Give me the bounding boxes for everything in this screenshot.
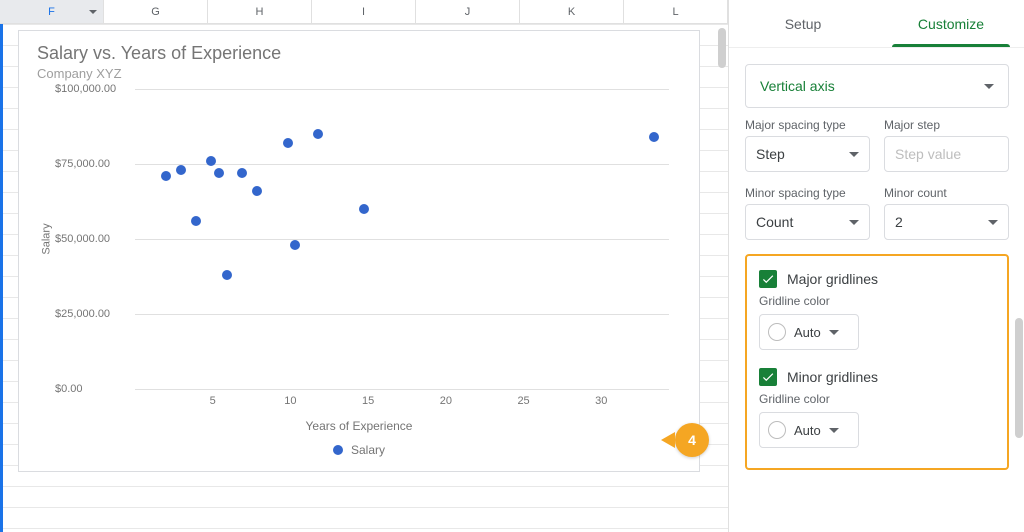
x-tick-label: 5 [210, 395, 216, 407]
color-swatch-icon [768, 421, 786, 439]
legend-label: Salary [351, 443, 385, 457]
plot-area [135, 89, 669, 389]
panel-tabs: Setup Customize [729, 0, 1024, 48]
scrollbar-thumb[interactable] [1015, 318, 1023, 438]
y-tick-label: $25,000.00 [55, 308, 110, 320]
data-point [252, 186, 262, 196]
chevron-down-icon [849, 152, 859, 157]
major-gridline-color-select[interactable]: Auto [759, 314, 859, 350]
x-axis-label: Years of Experience [19, 419, 699, 433]
data-point [161, 171, 171, 181]
data-point [313, 129, 323, 139]
gridlines-highlight-box: Major gridlines Gridline color Auto Mino… [745, 254, 1009, 470]
minor-gridlines-checkbox[interactable] [759, 368, 777, 386]
column-header[interactable]: H [208, 0, 312, 23]
column-headers: FGHIJKL [0, 0, 728, 24]
chevron-down-icon [829, 428, 839, 433]
tutorial-callout: 4 [675, 423, 709, 457]
x-tick-label: 10 [284, 395, 296, 407]
section-title: Vertical axis [760, 78, 835, 94]
data-point [649, 132, 659, 142]
y-axis-label: Salary [41, 223, 53, 254]
gridline-color-label: Gridline color [759, 294, 995, 308]
checkmark-icon [761, 272, 775, 286]
y-tick-label: $75,000.00 [55, 158, 110, 170]
minor-gridlines-label: Minor gridlines [787, 369, 878, 385]
data-point [290, 240, 300, 250]
column-header[interactable]: I [312, 0, 416, 23]
major-step-label: Major step [884, 118, 1009, 132]
column-header[interactable]: G [104, 0, 208, 23]
tab-customize[interactable]: Customize [877, 0, 1024, 47]
chart-title: Salary vs. Years of Experience [19, 31, 699, 66]
chart-legend: Salary [19, 443, 699, 457]
legend-marker-icon [333, 445, 343, 455]
y-tick-label: $0.00 [55, 383, 83, 395]
column-header[interactable]: J [416, 0, 520, 23]
minor-gridline-color-select[interactable]: Auto [759, 412, 859, 448]
data-point [214, 168, 224, 178]
data-point [237, 168, 247, 178]
major-gridlines-label: Major gridlines [787, 271, 878, 287]
y-tick-label: $100,000.00 [55, 83, 116, 95]
major-step-input[interactable]: Step value [884, 136, 1009, 172]
chart-subtitle: Company XYZ [19, 66, 699, 89]
y-tick-label: $50,000.00 [55, 233, 110, 245]
spreadsheet-area: FGHIJKL Salary vs. Years of Experience C… [0, 0, 729, 532]
section-vertical-axis[interactable]: Vertical axis [745, 64, 1009, 108]
major-spacing-type-select[interactable]: Step [745, 136, 870, 172]
data-point [222, 270, 232, 280]
data-point [283, 138, 293, 148]
minor-count-select[interactable]: 2 [884, 204, 1009, 240]
column-selection-indicator [0, 24, 3, 532]
color-swatch-icon [768, 323, 786, 341]
chevron-down-icon [988, 220, 998, 225]
scrollbar-thumb[interactable] [718, 28, 726, 68]
x-tick-label: 15 [362, 395, 374, 407]
major-spacing-type-label: Major spacing type [745, 118, 870, 132]
x-tick-label: 20 [440, 395, 452, 407]
chevron-down-icon [984, 84, 994, 89]
x-tick-label: 25 [517, 395, 529, 407]
x-tick-label: 30 [595, 395, 607, 407]
minor-spacing-type-label: Minor spacing type [745, 186, 870, 200]
data-point [176, 165, 186, 175]
embedded-chart[interactable]: Salary vs. Years of Experience Company X… [18, 30, 700, 472]
x-axis-ticks: 5 10 15 20 25 30 [135, 395, 679, 409]
checkmark-icon [761, 370, 775, 384]
data-point [359, 204, 369, 214]
gridline-color-label: Gridline color [759, 392, 995, 406]
chevron-down-icon [849, 220, 859, 225]
data-point [191, 216, 201, 226]
tab-setup[interactable]: Setup [729, 0, 877, 47]
column-header[interactable]: L [624, 0, 728, 23]
data-point [206, 156, 216, 166]
column-header[interactable]: K [520, 0, 624, 23]
major-gridlines-checkbox[interactable] [759, 270, 777, 288]
minor-count-label: Minor count [884, 186, 1009, 200]
column-header[interactable]: F [0, 0, 104, 23]
chart-editor-panel: Setup Customize Vertical axis Major spac… [729, 0, 1024, 532]
chevron-down-icon [829, 330, 839, 335]
minor-spacing-type-select[interactable]: Count [745, 204, 870, 240]
